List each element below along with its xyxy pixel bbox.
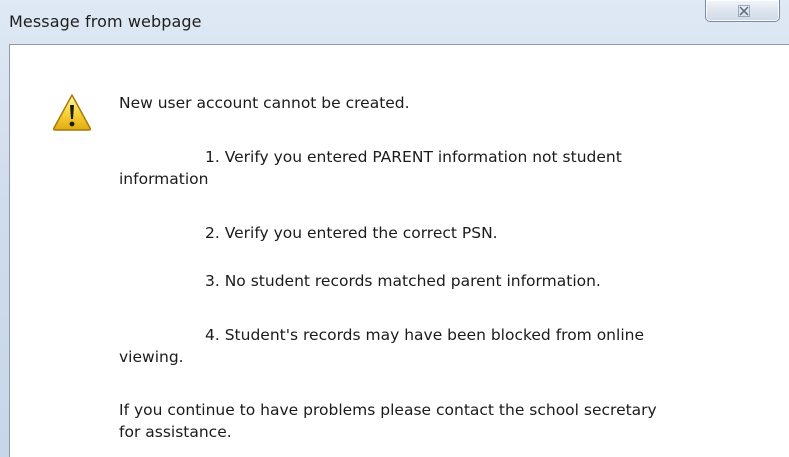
- message-footer: If you continue to have problems please …: [119, 399, 759, 443]
- dialog-titlebar[interactable]: Message from webpage: [0, 0, 789, 44]
- message-item-2-text: 2. Verify you entered the correct PSN.: [205, 224, 498, 242]
- message-item-4-line-a: 4. Student's records may have been block…: [205, 326, 644, 344]
- message-dialog: Message from webpage New user account ca…: [0, 0, 789, 457]
- message-item-3-text: 3. No student records matched parent inf…: [205, 272, 601, 290]
- message-item-3: 3. No student records matched parent inf…: [119, 270, 759, 292]
- message-item-4-line-b: viewing.: [119, 348, 184, 366]
- message-headline: New user account cannot be created.: [119, 94, 410, 112]
- message-item-4: 4. Student's records may have been block…: [119, 324, 759, 368]
- message-item-1-line-a: 1. Verify you entered PARENT information…: [205, 148, 622, 166]
- message-item-1: 1. Verify you entered PARENT information…: [119, 146, 759, 190]
- message-item-1-line-b: information: [119, 170, 209, 188]
- message-footer-line-a: If you continue to have problems please …: [119, 401, 657, 419]
- message-item-2: 2. Verify you entered the correct PSN.: [119, 222, 759, 244]
- warning-icon: [52, 94, 92, 131]
- dialog-content: New user account cannot be created. 1. V…: [9, 44, 789, 457]
- close-button[interactable]: [705, 0, 780, 22]
- dialog-title: Message from webpage: [9, 12, 202, 31]
- message-footer-line-b: for assistance.: [119, 423, 232, 441]
